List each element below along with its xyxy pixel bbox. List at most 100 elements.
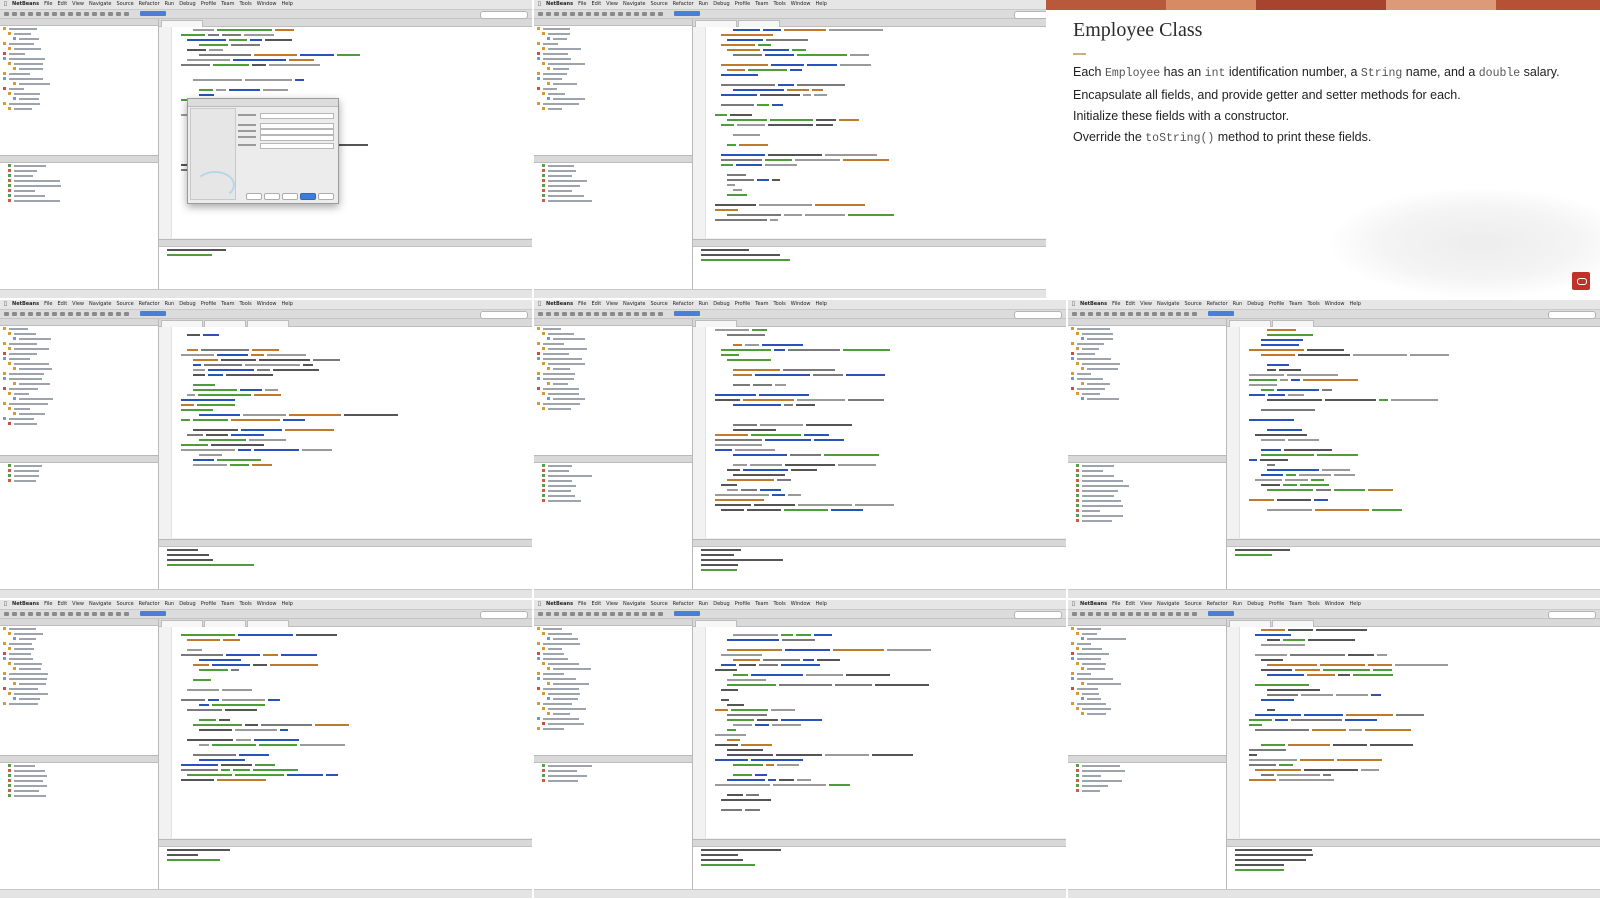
menu-item[interactable]: Refactor (139, 1, 160, 7)
project-tree-item[interactable] (0, 397, 158, 401)
toolbar-button-icon[interactable] (116, 612, 121, 616)
project-tree-item[interactable] (0, 342, 158, 346)
toolbar-button-icon[interactable] (538, 612, 543, 616)
menu-item[interactable]: Window (257, 301, 277, 307)
menu-item[interactable]: Help (282, 301, 293, 307)
toolbar-button-icon[interactable] (84, 312, 89, 316)
menu-item[interactable]: Refactor (139, 601, 160, 607)
navigator-item[interactable] (534, 474, 692, 478)
toolbar-button-icon[interactable] (124, 312, 129, 316)
next-button[interactable] (282, 193, 298, 200)
project-tree-item[interactable] (1068, 707, 1226, 711)
project-tree-item[interactable] (0, 417, 158, 421)
project-tree-item[interactable] (0, 372, 158, 376)
project-tree-item[interactable] (534, 87, 692, 91)
navigator-item[interactable] (0, 474, 158, 478)
toolbar-button-icon[interactable] (68, 12, 73, 16)
toolbar-button-icon[interactable] (1112, 612, 1117, 616)
menu-item[interactable]: View (72, 601, 84, 607)
project-tree-item[interactable] (0, 97, 158, 101)
project-tree-item[interactable] (1068, 702, 1226, 706)
menu-item[interactable]: Team (755, 1, 768, 7)
toolbar-button-icon[interactable] (108, 12, 113, 16)
toolbar-button-icon[interactable] (20, 12, 25, 16)
toolbar-button-icon[interactable] (650, 312, 655, 316)
project-tree-item[interactable] (1068, 667, 1226, 671)
project-tree-item[interactable] (534, 402, 692, 406)
toolbar-button-icon[interactable] (1168, 612, 1173, 616)
toolbar-button-icon[interactable] (100, 612, 105, 616)
navigator-item[interactable] (1068, 774, 1226, 778)
project-tree-item[interactable] (1068, 672, 1226, 676)
output-tab[interactable] (159, 540, 532, 547)
menu-item[interactable]: File (578, 1, 586, 7)
navigator-item[interactable] (534, 484, 692, 488)
project-tree-item[interactable] (0, 422, 158, 426)
project-tree-item[interactable] (0, 52, 158, 56)
menu-item[interactable]: Tools (773, 1, 785, 7)
menu-item[interactable]: Debug (179, 1, 195, 7)
editor-file-tab[interactable] (161, 620, 203, 627)
toolbar-button-icon[interactable] (1104, 312, 1109, 316)
navigator-item[interactable] (534, 189, 692, 193)
navigator-item[interactable] (1068, 469, 1226, 473)
projects-tab[interactable] (534, 319, 692, 326)
navigator-item[interactable] (0, 464, 158, 468)
menu-item[interactable]: Run (165, 601, 175, 607)
toolbar-button-icon[interactable] (36, 612, 41, 616)
toolbar-button-icon[interactable] (594, 12, 599, 16)
navigator-item[interactable] (534, 164, 692, 168)
project-tree-item[interactable] (534, 407, 692, 411)
navigator-tab[interactable] (534, 756, 692, 763)
menu-item[interactable]: Team (221, 601, 234, 607)
menu-item[interactable]: Debug (179, 601, 195, 607)
project-tree-item[interactable] (1068, 657, 1226, 661)
project-tree-item[interactable] (1068, 382, 1226, 386)
project-tree-item[interactable] (1068, 327, 1226, 331)
projects-tab[interactable] (0, 19, 158, 26)
editor-file-tab[interactable] (695, 320, 737, 327)
code-editor[interactable] (1227, 619, 1600, 838)
toolbar-button-icon[interactable] (626, 612, 631, 616)
navigator-item[interactable] (534, 469, 692, 473)
navigator-item[interactable] (1068, 499, 1226, 503)
project-tree-item[interactable] (534, 32, 692, 36)
project-tree-item[interactable] (0, 702, 158, 706)
project-tree-item[interactable] (0, 677, 158, 681)
project-tree-item[interactable] (1068, 647, 1226, 651)
navigator-item[interactable] (1068, 519, 1226, 523)
toolbar-button-icon[interactable] (618, 612, 623, 616)
toolbar-button-icon[interactable] (554, 612, 559, 616)
project-tree-item[interactable] (0, 27, 158, 31)
output-tab[interactable] (1227, 540, 1600, 547)
project-tree-item[interactable] (0, 682, 158, 686)
project-tree-item[interactable] (534, 707, 692, 711)
navigator-item[interactable] (1068, 789, 1226, 793)
toolbar-button-icon[interactable] (1112, 312, 1117, 316)
navigator-item[interactable] (0, 199, 158, 203)
navigator-item[interactable] (534, 169, 692, 173)
toolbar-button-icon[interactable] (602, 612, 607, 616)
project-tree-item[interactable] (534, 67, 692, 71)
project-tree-item[interactable] (0, 42, 158, 46)
toolbar-button-icon[interactable] (36, 312, 41, 316)
project-tree-item[interactable] (1068, 642, 1226, 646)
menu-item[interactable]: File (578, 301, 586, 307)
project-tree-item[interactable] (0, 647, 158, 651)
dialog-titlebar[interactable] (188, 99, 338, 107)
project-tree-item[interactable] (0, 77, 158, 81)
navigator-item[interactable] (0, 469, 158, 473)
menu-item[interactable]: File (1112, 301, 1120, 307)
toolbar-button-icon[interactable] (68, 612, 73, 616)
toolbar-button-icon[interactable] (76, 612, 81, 616)
toolbar-button-icon[interactable] (60, 612, 65, 616)
project-tree-item[interactable] (1068, 652, 1226, 656)
project-tree-item[interactable] (534, 352, 692, 356)
toolbar-button-icon[interactable] (124, 12, 129, 16)
project-tree-item[interactable] (0, 67, 158, 71)
navigator-item[interactable] (534, 769, 692, 773)
projects-tab[interactable] (0, 319, 158, 326)
toolbar-button-icon[interactable] (1160, 612, 1165, 616)
navigator-item[interactable] (1068, 514, 1226, 518)
toolbar-button-icon[interactable] (1136, 312, 1141, 316)
